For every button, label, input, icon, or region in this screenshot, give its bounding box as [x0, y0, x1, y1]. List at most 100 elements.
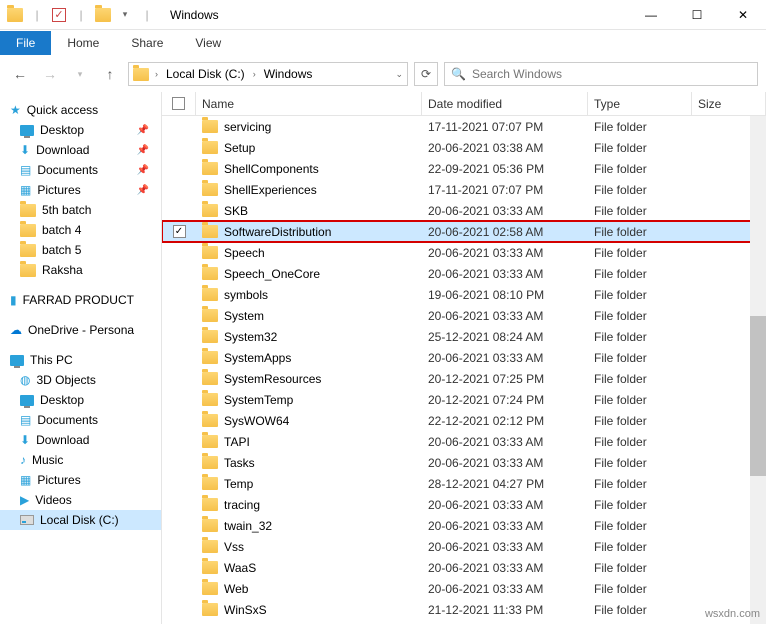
table-row[interactable]: Vss20-06-2021 03:33 AMFile folder	[162, 536, 766, 557]
sidebar-videos[interactable]: ▶Videos	[0, 490, 161, 510]
sidebar-local-disk[interactable]: Local Disk (C:)	[0, 510, 161, 530]
sidebar-this-pc[interactable]: This PC	[0, 350, 161, 370]
maximize-button[interactable]: ☐	[674, 0, 720, 30]
table-row[interactable]: SKB20-06-2021 03:33 AMFile folder	[162, 200, 766, 221]
chevron-right-icon[interactable]: ›	[153, 69, 160, 79]
table-row[interactable]: twain_3220-06-2021 03:33 AMFile folder	[162, 515, 766, 536]
breadcrumb-segment[interactable]: Local Disk (C:)	[164, 67, 247, 81]
folder-icon	[202, 330, 218, 343]
file-name: Temp	[224, 477, 253, 491]
properties-icon[interactable]: ✓	[50, 6, 68, 24]
sidebar-farrad[interactable]: ▮FARRAD PRODUCT	[0, 290, 161, 310]
sidebar-pictures[interactable]: ▦Pictures📌	[0, 180, 161, 200]
qat-dropdown-icon[interactable]: ▾	[116, 6, 134, 24]
file-type: File folder	[588, 540, 692, 554]
column-date[interactable]: Date modified	[422, 92, 588, 115]
search-icon: 🔍	[451, 67, 466, 81]
minimize-button[interactable]: —	[628, 0, 674, 30]
table-row[interactable]: Web20-06-2021 03:33 AMFile folder	[162, 578, 766, 599]
file-name: twain_32	[224, 519, 272, 533]
recent-dropdown[interactable]: ▾	[68, 69, 92, 80]
sidebar-onedrive[interactable]: ☁OneDrive - Persona	[0, 320, 161, 340]
table-row[interactable]: Speech20-06-2021 03:33 AMFile folder	[162, 242, 766, 263]
file-type: File folder	[588, 456, 692, 470]
table-row[interactable]: Temp28-12-2021 04:27 PMFile folder	[162, 473, 766, 494]
column-size[interactable]: Size	[692, 92, 766, 115]
file-type: File folder	[588, 330, 692, 344]
sidebar-folder[interactable]: batch 5	[0, 240, 161, 260]
address-bar[interactable]: › Local Disk (C:) › Windows ⌄	[128, 62, 408, 86]
table-row[interactable]: ShellComponents22-09-2021 05:36 PMFile f…	[162, 158, 766, 179]
ribbon-tab-home[interactable]: Home	[51, 31, 115, 55]
file-date: 20-06-2021 03:33 AM	[422, 582, 588, 596]
sidebar-documents[interactable]: ▤Documents📌	[0, 160, 161, 180]
close-button[interactable]: ✕	[720, 0, 766, 30]
folder-icon	[6, 6, 24, 24]
file-name: System	[224, 309, 264, 323]
folder-icon	[202, 120, 218, 133]
pin-icon: 📌	[137, 125, 153, 136]
file-name: SystemApps	[224, 351, 291, 365]
column-type[interactable]: Type	[588, 92, 692, 115]
table-row[interactable]: tracing20-06-2021 03:33 AMFile folder	[162, 494, 766, 515]
scrollbar-thumb[interactable]	[750, 316, 766, 476]
folder-icon	[202, 519, 218, 532]
sidebar-desktop[interactable]: Desktop	[0, 390, 161, 410]
file-date: 20-06-2021 03:38 AM	[422, 141, 588, 155]
sidebar-documents[interactable]: ▤Documents	[0, 410, 161, 430]
table-row[interactable]: WinSxS21-12-2021 11:33 PMFile folder	[162, 599, 766, 620]
table-row[interactable]: System3225-12-2021 08:24 AMFile folder	[162, 326, 766, 347]
table-row[interactable]: servicing17-11-2021 07:07 PMFile folder	[162, 116, 766, 137]
file-type: File folder	[588, 204, 692, 218]
table-row[interactable]: SystemResources20-12-2021 07:25 PMFile f…	[162, 368, 766, 389]
up-button[interactable]: ↑	[98, 66, 122, 82]
file-type: File folder	[588, 141, 692, 155]
file-name: tracing	[224, 498, 260, 512]
sidebar-3d-objects[interactable]: ◍3D Objects	[0, 370, 161, 390]
search-box[interactable]: 🔍	[444, 62, 758, 86]
breadcrumb-segment[interactable]: Windows	[262, 67, 315, 81]
row-checkbox[interactable]: ✓	[173, 225, 186, 238]
ribbon-tab-view[interactable]: View	[179, 31, 237, 55]
chevron-down-icon[interactable]: ⌄	[395, 69, 403, 80]
sidebar-folder[interactable]: batch 4	[0, 220, 161, 240]
scrollbar-track[interactable]	[750, 116, 766, 624]
table-row[interactable]: ShellExperiences17-11-2021 07:07 PMFile …	[162, 179, 766, 200]
table-row[interactable]: System20-06-2021 03:33 AMFile folder	[162, 305, 766, 326]
chevron-right-icon[interactable]: ›	[251, 69, 258, 79]
table-row[interactable]: Tasks20-06-2021 03:33 AMFile folder	[162, 452, 766, 473]
file-type: File folder	[588, 120, 692, 134]
file-type: File folder	[588, 372, 692, 386]
sidebar-quick-access[interactable]: ★Quick access	[0, 100, 161, 120]
table-row[interactable]: SystemTemp20-12-2021 07:24 PMFile folder	[162, 389, 766, 410]
table-row[interactable]: ✓SoftwareDistribution20-06-2021 02:58 AM…	[162, 221, 766, 242]
table-row[interactable]: SysWOW6422-12-2021 02:12 PMFile folder	[162, 410, 766, 431]
forward-button[interactable]: →	[38, 66, 62, 82]
table-row[interactable]: Setup20-06-2021 03:38 AMFile folder	[162, 137, 766, 158]
sidebar-pictures[interactable]: ▦Pictures	[0, 470, 161, 490]
select-all-checkbox[interactable]	[162, 92, 196, 115]
qat-separator: |	[28, 6, 46, 24]
table-row[interactable]: Speech_OneCore20-06-2021 03:33 AMFile fo…	[162, 263, 766, 284]
table-row[interactable]: WaaS20-06-2021 03:33 AMFile folder	[162, 557, 766, 578]
file-name: Speech	[224, 246, 265, 260]
back-button[interactable]: ←	[8, 66, 32, 82]
sidebar-folder[interactable]: 5th batch	[0, 200, 161, 220]
refresh-button[interactable]: ⟳	[414, 62, 438, 86]
table-row[interactable]: symbols19-06-2021 08:10 PMFile folder	[162, 284, 766, 305]
folder-icon	[202, 267, 218, 280]
file-date: 22-12-2021 02:12 PM	[422, 414, 588, 428]
ribbon-file-tab[interactable]: File	[0, 31, 51, 55]
table-row[interactable]: SystemApps20-06-2021 03:33 AMFile folder	[162, 347, 766, 368]
sidebar-folder[interactable]: Raksha	[0, 260, 161, 280]
sidebar-download[interactable]: ⬇Download	[0, 430, 161, 450]
table-row[interactable]: TAPI20-06-2021 03:33 AMFile folder	[162, 431, 766, 452]
column-headers: Name Date modified Type Size	[162, 92, 766, 116]
search-input[interactable]	[472, 67, 751, 81]
sidebar-music[interactable]: ♪Music	[0, 450, 161, 470]
column-name[interactable]: Name	[196, 92, 422, 115]
sidebar-download[interactable]: ⬇Download📌	[0, 140, 161, 160]
folder-icon	[202, 456, 218, 469]
sidebar-desktop[interactable]: Desktop📌	[0, 120, 161, 140]
ribbon-tab-share[interactable]: Share	[115, 31, 179, 55]
